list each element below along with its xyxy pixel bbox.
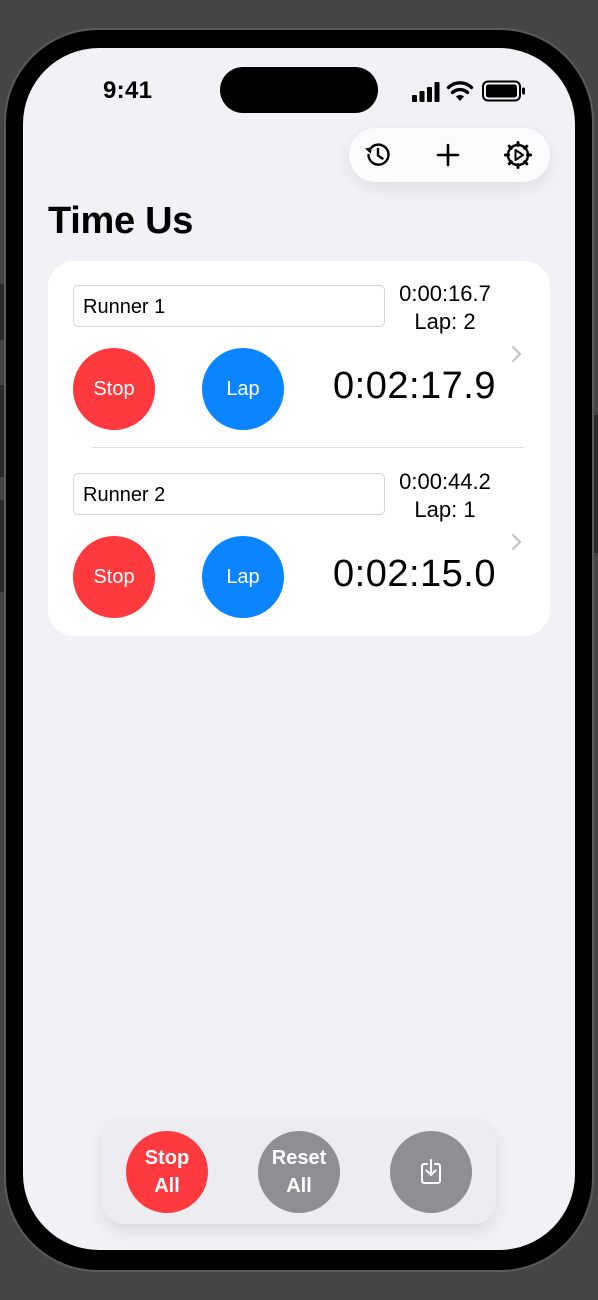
runner-divider [92,447,524,448]
current-lap-time: 0:00:44.2 [399,469,491,494]
stop-all-label-line1: Stop [144,1147,190,1169]
power-button [592,415,598,553]
runner-row: Runner 2 0:00:44.2 Lap: 1 Stop Lap 0:02:… [48,449,550,619]
lap-button[interactable]: Lap [202,348,284,430]
dynamic-island [220,67,378,113]
plus-icon [436,143,460,167]
export-button[interactable] [390,1131,472,1213]
runner-row: Runner 1 0:00:16.7 Lap: 2 Stop Lap 0:02:… [48,261,550,431]
app-screen: 9:41 Time Us Runner 1 0:00:16.7 Lap: 2 S… [23,48,575,1250]
current-lap-time: 0:00:16.7 [399,281,491,306]
chevron-right-icon[interactable] [510,345,524,363]
settings-button[interactable] [502,139,534,171]
stop-button[interactable]: Stop [73,536,155,618]
cellular-signal-icon [412,82,440,102]
history-button[interactable] [362,139,394,171]
status-icons [412,80,527,104]
top-toolbar [349,128,550,182]
reset-all-label-line2: All [286,1175,312,1197]
runner-name-field[interactable]: Runner 1 [73,285,385,327]
bottom-action-bar: Stop All Reset All [102,1120,496,1224]
battery-icon [482,80,525,102]
status-time: 9:41 [103,77,153,104]
stop-all-label-line2: All [154,1175,180,1197]
chevron-right-icon[interactable] [510,533,524,551]
runners-card: Runner 1 0:00:16.7 Lap: 2 Stop Lap 0:02:… [48,261,550,636]
total-time: 0:02:17.9 [333,365,496,407]
wifi-icon [446,81,474,101]
page-title: Time Us [48,200,194,242]
reset-all-label-line1: Reset [271,1147,327,1169]
lap-button[interactable]: Lap [202,536,284,618]
runner-name-field[interactable]: Runner 2 [73,473,385,515]
total-time: 0:02:15.0 [333,553,496,595]
history-icon [365,143,390,166]
export-icon [421,1159,441,1184]
stop-all-button[interactable]: Stop All [126,1131,208,1213]
gear-icon [504,141,532,169]
lap-count: Lap: 2 [414,309,476,334]
lap-count: Lap: 1 [414,497,476,522]
stop-button[interactable]: Stop [73,348,155,430]
add-runner-button[interactable] [432,139,464,171]
reset-all-button[interactable]: Reset All [258,1131,340,1213]
